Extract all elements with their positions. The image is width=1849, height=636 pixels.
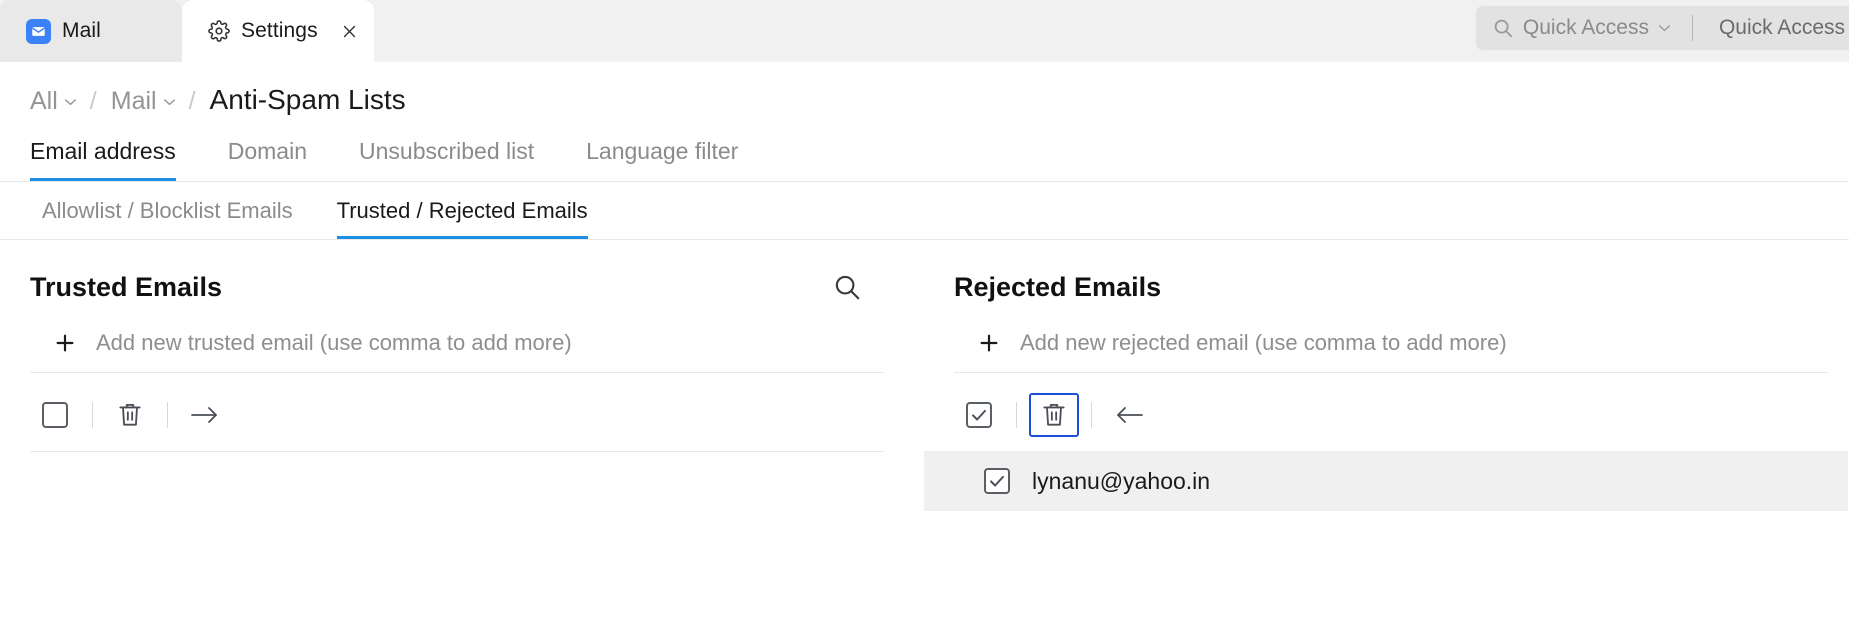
primary-tabs: Email address Domain Unsubscribed list L… [0,116,1849,182]
trusted-panel-header: Trusted Emails [0,240,924,308]
rejected-panel-header: Rejected Emails [924,240,1848,308]
quick-access-label: Quick Access [1522,16,1649,39]
plus-icon [54,332,76,354]
breadcrumb-item-all[interactable]: All [30,87,76,116]
subtab-allowlist-blocklist-emails[interactable]: Allowlist / Blocklist Emails [42,198,293,239]
tab-domain[interactable]: Domain [228,138,307,181]
chevron-down-icon[interactable] [64,98,76,106]
quick-access-area: Quick Access Quick Access [1475,6,1849,50]
rejected-emails-title: Rejected Emails [954,271,1162,302]
trusted-emails-list [30,451,884,541]
arrow-left-icon [1114,403,1144,427]
checkbox-unchecked-icon [42,402,68,428]
add-trusted-email-row[interactable]: Add new trusted email (use comma to add … [30,318,884,373]
arrow-right-icon [190,403,220,427]
trusted-delete-button[interactable] [105,393,155,437]
quick-access-secondary-label: Quick Access [1718,16,1845,39]
quick-access-secondary[interactable]: Quick Access [1718,6,1849,50]
subtab-allowlist-blocklist-label: Allowlist / Blocklist Emails [42,198,293,223]
divider [167,402,168,428]
table-row[interactable]: lynanu@yahoo.in [924,451,1848,511]
tab-mail-label: Mail [62,19,101,42]
trusted-emails-panel: Trusted Emails Add new trusted email (us… [0,240,924,541]
mail-icon [26,18,51,44]
divider [1691,15,1693,41]
add-trusted-email-label: Add new trusted email (use comma to add … [96,330,572,355]
subtab-trusted-rejected-label: Trusted / Rejected Emails [336,198,588,223]
tab-domain-label: Domain [227,138,307,164]
plus-icon [978,332,1000,354]
checkbox-checked-icon[interactable] [984,468,1010,494]
quick-access-search[interactable]: Quick Access [1475,6,1719,50]
rejected-toolbar [954,391,1848,439]
rejected-move-left-button[interactable] [1104,393,1154,437]
breadcrumb-separator: / [89,87,97,115]
checkbox-checked-icon [966,402,992,428]
trusted-emails-title: Trusted Emails [30,271,223,302]
divider [92,402,93,428]
tab-settings-label: Settings [241,19,318,42]
tab-strip: Mail Settings [0,0,374,62]
rejected-email-address: lynanu@yahoo.in [1032,467,1211,494]
trusted-select-all-checkbox[interactable] [30,393,80,437]
breadcrumb-mail-label: Mail [110,87,157,115]
trusted-toolbar [30,391,924,439]
panels-container: Trusted Emails Add new trusted email (us… [0,240,1849,541]
tab-unsubscribed-list[interactable]: Unsubscribed list [359,138,534,181]
rejected-emails-panel: Rejected Emails Add new rejected email (… [924,240,1848,541]
divider [1091,402,1092,428]
tab-language-filter[interactable]: Language filter [586,138,738,181]
tab-mail[interactable]: Mail [0,0,182,62]
breadcrumb: All / Mail / Anti-Spam Lists [0,62,1849,116]
rejected-delete-button[interactable] [1029,393,1079,437]
tab-unsubscribed-list-label: Unsubscribed list [359,138,535,164]
breadcrumb-item-mail[interactable]: Mail [111,87,175,116]
search-icon[interactable] [832,272,862,302]
trash-icon [1041,401,1067,429]
tab-email-address[interactable]: Email address [30,138,176,181]
browser-tab-bar: Mail Settings Quick Access Quick Access [0,0,1849,62]
tab-email-address-label: Email address [30,138,176,164]
trash-icon [117,401,143,429]
close-icon[interactable] [336,18,362,44]
chevron-down-icon[interactable] [163,98,175,106]
gear-icon [208,20,230,42]
add-rejected-email-row[interactable]: Add new rejected email (use comma to add… [954,318,1828,373]
breadcrumb-all-label: All [30,87,58,115]
page-title: Anti-Spam Lists [209,84,406,115]
rejected-emails-list: lynanu@yahoo.in [924,451,1848,541]
sub-tabs: Allowlist / Blocklist Emails Trusted / R… [0,182,1849,240]
search-icon [1492,17,1514,39]
tab-settings[interactable]: Settings [182,0,374,62]
chevron-down-icon[interactable] [1658,24,1671,32]
trusted-move-right-button[interactable] [180,393,230,437]
tab-language-filter-label: Language filter [586,138,739,164]
breadcrumb-separator: / [188,87,196,115]
divider [1016,402,1017,428]
subtab-trusted-rejected-emails[interactable]: Trusted / Rejected Emails [336,198,588,239]
add-rejected-email-label: Add new rejected email (use comma to add… [1020,330,1507,355]
rejected-select-all-checkbox[interactable] [954,393,1004,437]
